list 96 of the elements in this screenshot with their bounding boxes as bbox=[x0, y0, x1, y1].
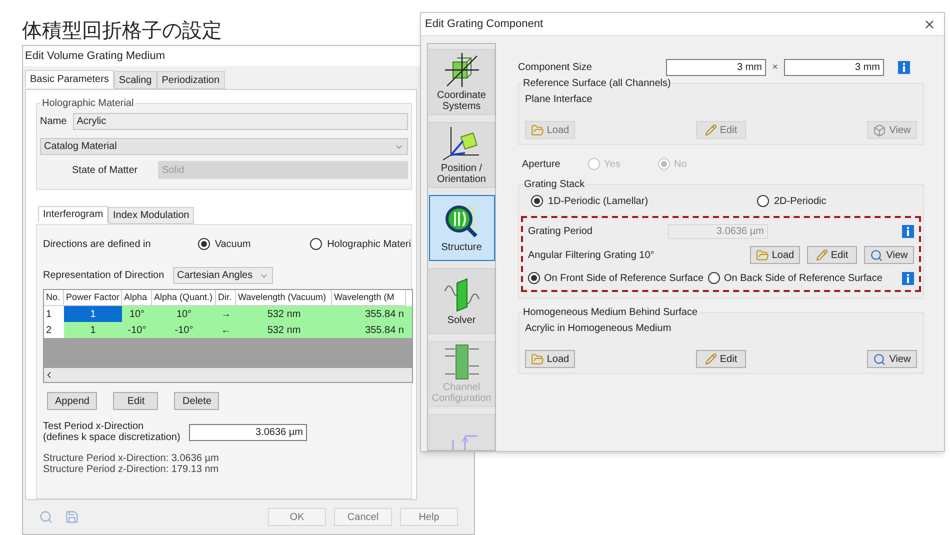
folder-icon bbox=[530, 124, 544, 136]
grating-name: Angular Filtering Grating 10° bbox=[528, 248, 656, 262]
table-action-button[interactable]: Edit bbox=[113, 392, 158, 410]
test-period-field[interactable]: 3.0636 µm bbox=[189, 424, 307, 440]
channel-arrows-icon bbox=[442, 344, 480, 380]
wave-slab-icon bbox=[442, 276, 480, 312]
field-label: Grating Period bbox=[528, 224, 594, 238]
search-icon bbox=[873, 352, 886, 366]
table-cell-text: 10° bbox=[175, 308, 193, 322]
group-title: Holographic Material bbox=[41, 97, 135, 111]
structure-period-text: Structure Period x-Direction: 3.0636 µm bbox=[43, 453, 220, 464]
search-icon bbox=[870, 248, 884, 262]
coordinate-cube-icon bbox=[442, 52, 480, 88]
table-cell-text: 355.84 n bbox=[364, 324, 405, 338]
tab[interactable]: Scaling bbox=[114, 71, 157, 89]
sidebar-label: Solver bbox=[447, 314, 476, 326]
page-heading: 体積型回折格子の設定 bbox=[22, 17, 222, 43]
table-action-button[interactable]: Append bbox=[47, 392, 98, 410]
radio-label: On Back Side of Reference Surface bbox=[724, 272, 882, 286]
sidebar-label: Structure bbox=[441, 242, 482, 252]
size-x-field[interactable]: 3 mm bbox=[666, 58, 766, 76]
edit-button[interactable]: Edit bbox=[807, 246, 857, 264]
load-button[interactable]: Load bbox=[750, 246, 800, 264]
sidebar-item[interactable]: Coordinate Systems bbox=[428, 49, 494, 115]
table-cell-text: ← bbox=[220, 324, 232, 338]
view-button[interactable]: View bbox=[867, 350, 917, 368]
radio-label: Holographic Materi bbox=[327, 238, 411, 252]
table-cell: 1 bbox=[64, 306, 122, 322]
field-label: Name bbox=[40, 115, 67, 129]
table-cell-text: 532 nm bbox=[266, 308, 302, 322]
tab[interactable]: Basic Parameters bbox=[25, 70, 114, 88]
radio-label: No bbox=[674, 158, 687, 172]
radio-button[interactable] bbox=[528, 272, 540, 284]
info-icon[interactable] bbox=[898, 60, 910, 74]
radio-button[interactable] bbox=[198, 238, 210, 250]
field-label: Directions are defined in bbox=[43, 238, 152, 252]
sidebar-label: Position / Orientation bbox=[436, 163, 487, 185]
table-cell-text: 1 bbox=[89, 324, 97, 338]
table-cell-text: 532 nm bbox=[266, 324, 302, 338]
field-label: (defines k space discretization) bbox=[43, 432, 182, 443]
group-title: Homogeneous Medium Behind Surface bbox=[522, 306, 699, 320]
folder-icon bbox=[756, 248, 769, 262]
table-cell: 2 bbox=[44, 322, 64, 338]
radio-button[interactable] bbox=[531, 195, 543, 207]
pencil-icon bbox=[704, 353, 717, 365]
load-button[interactable]: Load bbox=[525, 350, 575, 368]
medium-name: Acrylic in Homogeneous Medium bbox=[525, 322, 672, 336]
table-cell: 1 bbox=[44, 306, 64, 322]
close-icon[interactable] bbox=[923, 18, 936, 30]
radio-label: Yes bbox=[604, 158, 620, 172]
tab[interactable]: Periodization bbox=[156, 71, 225, 89]
folder-icon bbox=[530, 352, 544, 366]
radio-label: On Front Side of Reference Surface bbox=[544, 272, 704, 286]
size-y-field[interactable]: 3 mm bbox=[784, 58, 884, 76]
surface-name: Plane Interface bbox=[525, 93, 594, 107]
field-label: Aperture bbox=[521, 158, 562, 172]
table-cell-text: 10° bbox=[128, 308, 146, 322]
horizontal-scrollbar[interactable] bbox=[44, 368, 412, 382]
radio-button[interactable] bbox=[310, 238, 322, 250]
radio-button[interactable] bbox=[757, 195, 769, 207]
view-button[interactable]: View bbox=[864, 246, 914, 264]
dialog-title: Edit Grating Component bbox=[425, 16, 544, 32]
group-title: Grating Stack bbox=[523, 178, 586, 192]
field-label: Component Size bbox=[518, 60, 593, 74]
name-field[interactable]: Acrylic bbox=[72, 113, 408, 130]
radio-label: 2D-Periodic bbox=[774, 194, 826, 208]
times-sign: × bbox=[771, 60, 779, 74]
table-cell-text: 355.84 n bbox=[364, 308, 405, 322]
sidebar-label: Channel Configuration bbox=[430, 382, 492, 404]
axes-tilted-square-icon bbox=[442, 125, 480, 161]
sidebar-item[interactable]: Solver bbox=[428, 268, 494, 334]
catalog-dropdown[interactable]: Catalog Material bbox=[40, 138, 408, 155]
cube-icon bbox=[873, 124, 886, 136]
pencil-icon bbox=[704, 124, 717, 136]
tab[interactable]: Interferogram bbox=[38, 206, 108, 223]
field-label: Representation of Direction bbox=[43, 269, 166, 283]
sidebar-item[interactable]: Structure bbox=[428, 195, 494, 261]
table-action-button[interactable]: Delete bbox=[174, 392, 220, 410]
radio-label: Vacuum bbox=[214, 238, 251, 252]
info-icon[interactable] bbox=[902, 272, 914, 284]
edit-button[interactable]: Edit bbox=[696, 350, 746, 368]
field-label: State of Matter bbox=[71, 164, 139, 178]
field-label: Test Period x-Direction bbox=[43, 421, 145, 432]
sidebar-item[interactable]: Position / Orientation bbox=[428, 122, 494, 188]
table-cell-text: → bbox=[220, 308, 232, 322]
radio-button[interactable] bbox=[708, 272, 720, 284]
radio-label: 1D-Periodic (Lamellar) bbox=[548, 194, 648, 208]
table-cell-text: -10° bbox=[174, 324, 194, 338]
table-cell-text: -10° bbox=[126, 324, 148, 338]
group-title: Reference Surface (all Channels) bbox=[522, 77, 672, 91]
representation-dropdown[interactable]: Cartesian Angles bbox=[173, 267, 273, 284]
info-icon[interactable] bbox=[902, 224, 914, 238]
tab[interactable]: Index Modulation bbox=[108, 207, 194, 224]
sidebar-label: Coordinate Systems bbox=[436, 90, 487, 112]
structure-period-text: Structure Period z-Direction: 179.13 nm bbox=[43, 464, 220, 475]
pencil-icon bbox=[816, 249, 828, 261]
